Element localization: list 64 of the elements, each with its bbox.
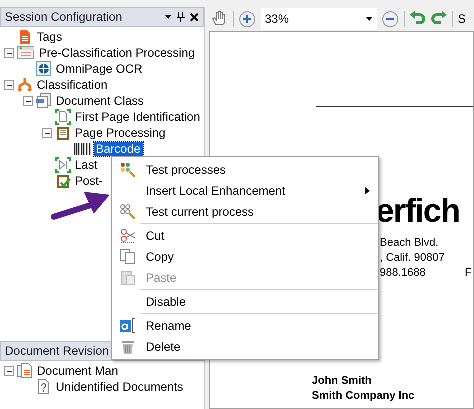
- clipboard-icon: [120, 270, 136, 286]
- pin-icon[interactable]: [177, 12, 185, 22]
- tree-item[interactable]: Post-: [73, 174, 106, 188]
- window-icon: [17, 45, 35, 61]
- address-text: , Calif. 90807: [380, 252, 445, 264]
- dropdown-icon[interactable]: [165, 15, 172, 19]
- question-document-icon: [36, 379, 52, 395]
- pages-icon: [36, 93, 52, 109]
- collapse-icon[interactable]: [4, 48, 15, 58]
- document-text: F: [465, 267, 472, 279]
- tree-item[interactable]: Last: [73, 158, 100, 172]
- collapse-icon[interactable]: [4, 366, 15, 376]
- tree-item[interactable]: Page Processing: [73, 126, 168, 140]
- page-bracket-icon: [55, 109, 71, 125]
- collapse-icon[interactable]: [23, 96, 34, 106]
- barcode-icon: [74, 141, 92, 157]
- globe-icon: [36, 61, 52, 77]
- tree-item[interactable]: OmniPage OCR: [54, 62, 145, 76]
- menu-item[interactable]: Insert Local Enhancement: [112, 180, 378, 201]
- document-heading: erfich: [376, 192, 460, 230]
- rotate-left-icon[interactable]: [410, 11, 426, 27]
- zoom-dropdown[interactable]: 33%: [261, 8, 377, 30]
- dropdown-icon[interactable]: [366, 17, 373, 21]
- panel-title: Session Configuration: [5, 10, 122, 24]
- zoom-out-icon[interactable]: [382, 10, 399, 28]
- menu-item[interactable]: Disable: [112, 291, 378, 312]
- trash-icon: [120, 338, 136, 354]
- toolbar-text: S: [458, 12, 466, 26]
- document-icon: [17, 29, 33, 45]
- scissors-icon: [120, 228, 136, 244]
- dots-magnifier-icon: [120, 204, 136, 220]
- clipboard-icon: [55, 125, 71, 141]
- address-text: 988.1688: [380, 267, 426, 279]
- recipient-text: Smith Company Inc: [312, 390, 415, 402]
- tree-item[interactable]: First Page Identification: [73, 110, 202, 124]
- tree-item[interactable]: Tags: [35, 30, 64, 44]
- close-icon[interactable]: [190, 12, 199, 22]
- clipboard-check-icon: [55, 173, 71, 189]
- hand-icon[interactable]: [212, 11, 228, 27]
- rotate-right-icon[interactable]: [431, 11, 447, 27]
- menu-item[interactable]: Rename: [112, 315, 378, 336]
- play-bracket-icon: [55, 157, 71, 173]
- menu-item[interactable]: Copy: [112, 246, 378, 267]
- dots-magnifier-icon: [120, 162, 136, 178]
- panel-title: Document Revision: [5, 344, 110, 358]
- menu-item[interactable]: Cut: [112, 225, 378, 246]
- tree-item[interactable]: Unidentified Documents: [54, 380, 186, 394]
- recipient-text: John Smith: [312, 375, 372, 387]
- address-text: Beach Blvd.: [380, 237, 439, 249]
- collapse-icon[interactable]: [42, 128, 53, 138]
- tree-item[interactable]: Barcode: [94, 142, 143, 156]
- menu-item[interactable]: Test processes: [112, 159, 378, 180]
- document-icon: [17, 363, 33, 379]
- collapse-icon[interactable]: [4, 80, 15, 90]
- tree-item[interactable]: Document Class: [54, 94, 146, 108]
- menu-item[interactable]: Test current process: [112, 201, 378, 222]
- tree-item[interactable]: Classification: [35, 78, 110, 92]
- menu-item[interactable]: Delete: [112, 336, 378, 357]
- tree-item[interactable]: Document Man: [35, 364, 120, 378]
- copy-icon: [120, 248, 136, 264]
- tree-item[interactable]: Pre-Classification Processing: [37, 46, 198, 60]
- text-cursor-icon: [120, 318, 136, 334]
- split-arrows-icon: [17, 77, 33, 93]
- zoom-in-icon[interactable]: [239, 10, 256, 28]
